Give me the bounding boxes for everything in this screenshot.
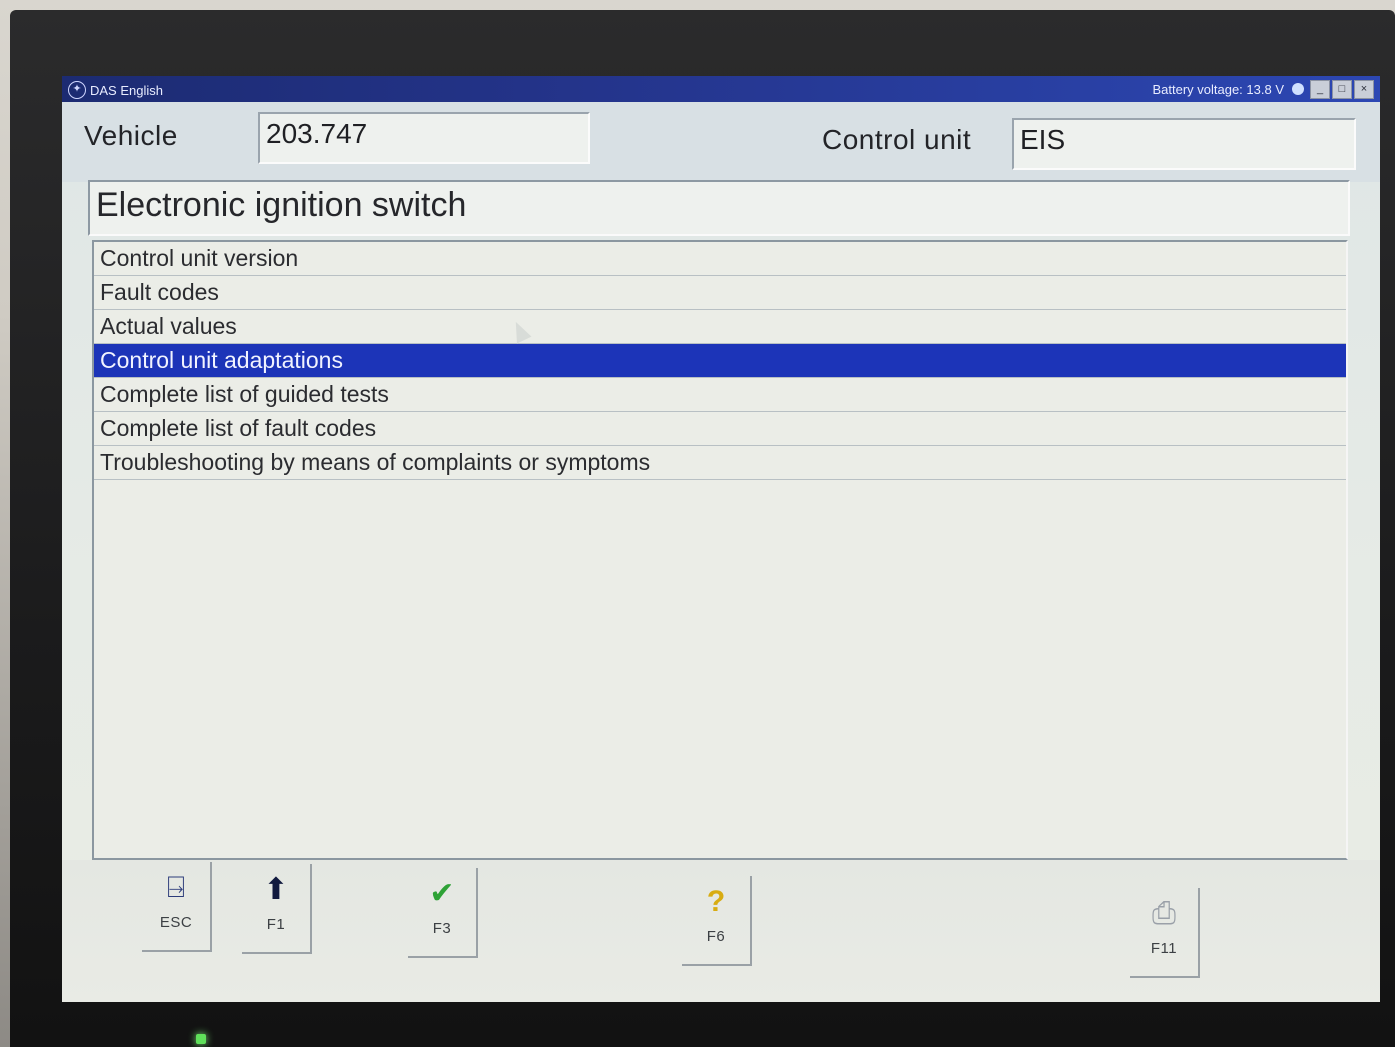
menu-item-control-unit-version[interactable]: Control unit version <box>94 242 1346 276</box>
f3-button[interactable]: ✔ F3 <box>408 868 478 958</box>
power-led <box>196 1034 206 1044</box>
menu-item-actual-values[interactable]: Actual values <box>94 310 1346 344</box>
esc-button[interactable]: ⍈ ESC <box>142 862 212 952</box>
f6-button[interactable]: ? F6 <box>682 876 752 966</box>
f6-key-label: F6 <box>706 928 726 945</box>
menu-item-fault-codes[interactable]: Fault codes <box>94 276 1346 310</box>
up-arrow-icon: ⬆ <box>263 873 289 906</box>
mercedes-star-icon: ✦ <box>68 81 86 99</box>
exit-door-icon: ⍈ <box>167 871 185 904</box>
printer-icon: ⎙ <box>1152 897 1176 930</box>
f11-button[interactable]: ⎙ F11 <box>1130 888 1200 978</box>
das-screen: ✦ DAS English Battery voltage: 13.8 V _ … <box>62 76 1380 1002</box>
menu-item-guided-tests[interactable]: Complete list of guided tests <box>94 378 1346 412</box>
control-unit-field: EIS <box>1012 118 1356 170</box>
menu-item-complete-fault-codes[interactable]: Complete list of fault codes <box>94 412 1346 446</box>
vehicle-label: Vehicle <box>84 120 178 151</box>
minimize-button[interactable]: _ <box>1310 80 1330 99</box>
app-name: DAS English <box>90 82 163 98</box>
menu-list: Control unit version Fault codes Actual … <box>92 240 1348 860</box>
menu-item-troubleshooting[interactable]: Troubleshooting by means of complaints o… <box>94 446 1346 480</box>
f1-button[interactable]: ⬆ F1 <box>242 864 312 954</box>
checkmark-icon: ✔ <box>429 877 455 910</box>
esc-key-label: ESC <box>159 914 193 931</box>
close-button[interactable]: × <box>1354 80 1374 99</box>
maximize-button[interactable]: □ <box>1332 80 1352 99</box>
help-question-icon: ? <box>706 885 726 918</box>
header-panel: Vehicle 203.747 Control unit EIS <box>62 102 1380 182</box>
f11-key-label: F11 <box>1150 940 1178 957</box>
title-bar: ✦ DAS English Battery voltage: 13.8 V _ … <box>62 76 1380 102</box>
f3-key-label: F3 <box>432 920 452 937</box>
control-unit-title: Electronic ignition switch <box>88 180 1350 236</box>
function-key-bar: ⍈ ESC ⬆ F1 ✔ F3 ? F6 ⎙ F11 <box>62 860 1380 1002</box>
battery-voltage: Battery voltage: 13.8 V <box>1152 82 1284 97</box>
vehicle-field: 203.747 <box>258 112 590 164</box>
f1-key-label: F1 <box>266 916 286 933</box>
control-unit-label: Control unit <box>822 124 972 155</box>
app-title: ✦ DAS English <box>68 81 163 99</box>
menu-item-control-unit-adaptations[interactable]: Control unit adaptations <box>94 344 1346 378</box>
status-indicator-icon <box>1292 83 1304 95</box>
